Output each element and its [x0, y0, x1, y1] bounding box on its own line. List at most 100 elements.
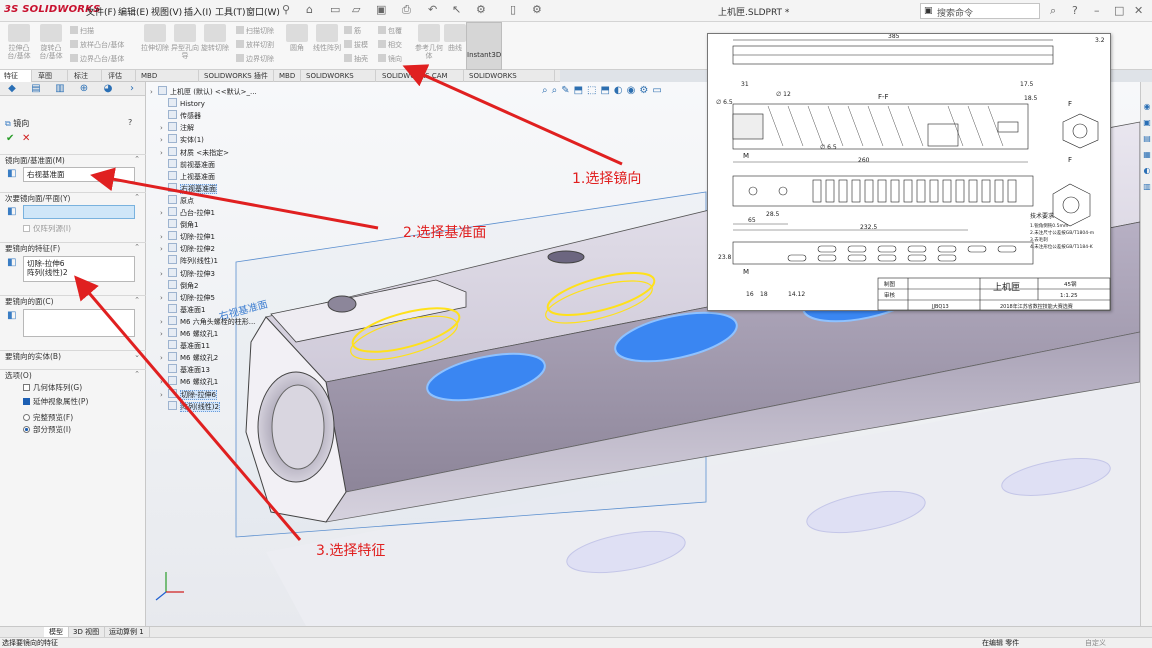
- tree-node[interactable]: › 切除-拉伸5: [160, 291, 215, 304]
- section-secondary-mirror-face[interactable]: 次要镜向面/平面(Y) ⌃: [0, 192, 146, 203]
- new-file-icon[interactable]: ▭: [330, 3, 340, 16]
- expand-chevron-icon[interactable]: ›: [160, 328, 168, 340]
- maximize-icon[interactable]: □: [1114, 4, 1124, 17]
- expand-chevron-icon[interactable]: ›: [160, 243, 168, 255]
- expand-chevron-icon[interactable]: ›: [160, 352, 168, 364]
- section-faces-to-mirror[interactable]: 要镜向的面(C) ⌃: [0, 295, 146, 306]
- view-palette-icon[interactable]: ▦: [1142, 150, 1152, 160]
- expand-chevron-icon[interactable]: ›: [160, 316, 168, 328]
- shell-button[interactable]: 抽壳: [344, 54, 368, 64]
- sweep-button[interactable]: 扫描: [70, 26, 94, 36]
- heads-up-view-toolbar[interactable]: ⌕⌕✎⬒⬚⬒◐◉⚙▭: [542, 85, 666, 96]
- pin-icon[interactable]: ⚲: [282, 3, 290, 16]
- open-folder-icon[interactable]: ▱: [352, 3, 360, 16]
- section-mirror-face[interactable]: 镜向面/基准面(M) ⌃: [0, 154, 146, 165]
- menu-tools[interactable]: 工具(T): [215, 5, 246, 18]
- cancel-x-icon[interactable]: ✕: [22, 133, 30, 144]
- revolve-cut-button[interactable]: 旋转切除: [200, 24, 230, 52]
- tab-solidworks-cam[interactable]: SOLIDWORKS CAM: [302, 70, 376, 92]
- tab-markup[interactable]: 标注: [70, 70, 102, 82]
- tab-features[interactable]: 特征: [0, 70, 32, 82]
- undo-icon[interactable]: ↶: [428, 3, 437, 16]
- tree-node[interactable]: 前视基准面: [160, 158, 215, 171]
- save-icon[interactable]: ▣: [376, 3, 386, 16]
- design-library-icon[interactable]: ▣: [1142, 118, 1152, 128]
- tree-node[interactable]: › 切除-拉伸6: [160, 388, 217, 401]
- intersect-button[interactable]: 相交: [378, 40, 402, 50]
- tree-node[interactable]: 阵列(线性)1: [160, 255, 218, 267]
- dimxpert-icon[interactable]: ⊕: [78, 83, 90, 95]
- expand-chevron-icon[interactable]: ›: [160, 376, 168, 388]
- tree-node[interactable]: › 切除-拉伸1: [160, 231, 215, 243]
- full-preview-radio[interactable]: 完整预览(F): [23, 412, 73, 423]
- pattern-seed-only-checkbox[interactable]: 仅阵列源(I): [23, 223, 71, 234]
- section-options[interactable]: 选项(O) ⌃: [0, 369, 146, 380]
- tree-node[interactable]: 右视基准面: [160, 182, 217, 195]
- tab-solidworks-cam-tbm[interactable]: SOLIDWORKS CAM TBM: [378, 70, 464, 92]
- menu-window[interactable]: 窗口(W): [246, 5, 280, 18]
- expand-chevron-icon[interactable]: ›: [160, 389, 168, 401]
- tree-node[interactable]: › M6 螺纹孔1: [160, 328, 218, 340]
- menu-insert[interactable]: 插入(I): [184, 5, 212, 18]
- search-commands-input[interactable]: ▣ 搜索命令: [920, 3, 1040, 19]
- status-units[interactable]: 自定义: [1085, 638, 1106, 648]
- menu-view[interactable]: 视图(V): [151, 5, 182, 18]
- tree-node[interactable]: History: [160, 98, 205, 110]
- boundary-cut-button[interactable]: 边界切除: [236, 54, 274, 64]
- extrude-boss-button[interactable]: 拉伸凸台/基体: [4, 24, 34, 60]
- expand-chevron-icon[interactable]: ›: [160, 268, 168, 280]
- tree-node[interactable]: 基准面11: [160, 340, 210, 352]
- tree-node[interactable]: 上视基准面: [160, 170, 215, 183]
- tree-node[interactable]: › 切除-拉伸3: [160, 267, 215, 280]
- secondary-face-selection-box[interactable]: [23, 205, 135, 219]
- menu-edit[interactable]: 编辑(E): [118, 5, 149, 18]
- tree-node[interactable]: › 上机匣 (默认) <<默认>_...: [150, 86, 257, 98]
- tab-solidworks-inspection[interactable]: SOLIDWORKS Inspection: [465, 70, 555, 92]
- minimize-icon[interactable]: –: [1094, 4, 1100, 17]
- section-features-to-mirror[interactable]: 要镜向的特征(F) ⌃: [0, 242, 146, 253]
- mirror-button[interactable]: 镜向: [378, 54, 402, 64]
- home-icon[interactable]: ⌂: [306, 3, 313, 16]
- list-item[interactable]: 切除-拉伸6: [27, 259, 131, 268]
- fillet-button[interactable]: 圆角: [282, 24, 312, 52]
- select-arrow-icon[interactable]: ↖: [452, 3, 461, 16]
- menu-file[interactable]: 文件(F): [86, 5, 116, 18]
- expand-chevron-icon[interactable]: ›: [160, 122, 168, 134]
- tree-node[interactable]: 基准面13: [160, 364, 210, 376]
- feature-manager-icon[interactable]: ◆: [6, 83, 18, 95]
- search-magnifier-icon[interactable]: ⌕: [1050, 4, 1056, 18]
- tree-node[interactable]: › M6 六角头螺栓的柱形...: [160, 315, 255, 328]
- configuration-manager-icon[interactable]: ▥: [54, 83, 66, 95]
- tree-node[interactable]: 阵列(线性)2: [160, 400, 220, 413]
- sweep-cut-button[interactable]: 扫描切除: [236, 26, 274, 36]
- loft-cut-button[interactable]: 放样切割: [236, 40, 274, 50]
- expand-pane-icon[interactable]: ›: [126, 83, 138, 95]
- loft-boss-button[interactable]: 放样凸台/基体: [70, 40, 124, 50]
- mirror-face-selection-box[interactable]: 右视基准面: [23, 167, 135, 182]
- draft-button[interactable]: 拔模: [344, 40, 368, 50]
- tab-mbd-dimensions[interactable]: MBD Dimensions: [137, 70, 199, 92]
- partial-preview-radio[interactable]: 部分预览(I): [23, 424, 71, 435]
- appearances-icon[interactable]: ◐: [1142, 166, 1152, 176]
- tab-mbd[interactable]: MBD: [275, 70, 301, 82]
- tree-node[interactable]: 倒角1: [160, 219, 198, 231]
- print-icon[interactable]: ⎙: [402, 3, 411, 17]
- expand-chevron-icon[interactable]: ›: [160, 231, 168, 243]
- features-selection-list[interactable]: 切除-拉伸6 阵列(线性)2: [23, 256, 135, 282]
- tab-evaluate[interactable]: 评估: [104, 70, 136, 82]
- property-manager-icon[interactable]: ▤: [30, 83, 42, 95]
- tree-node[interactable]: 倒角2: [160, 279, 198, 292]
- geometry-pattern-checkbox[interactable]: 几何体阵列(G): [23, 382, 82, 393]
- expand-chevron-icon[interactable]: ›: [160, 147, 168, 159]
- rebuild-icon[interactable]: ⚙: [476, 3, 486, 16]
- custom-properties-icon[interactable]: ▥: [1142, 182, 1152, 192]
- pm-help-icon[interactable]: ?: [128, 118, 132, 127]
- tab-solidworks-addins[interactable]: SOLIDWORKS 插件: [200, 70, 274, 82]
- options-icon[interactable]: ▯: [510, 3, 516, 16]
- wrap-button[interactable]: 包覆: [378, 26, 402, 36]
- expand-chevron-icon[interactable]: ›: [160, 134, 168, 146]
- section-bodies-to-mirror[interactable]: 要镜向的实体(B) ⌄: [0, 350, 146, 361]
- faces-selection-list[interactable]: [23, 309, 135, 337]
- instant3d-button[interactable]: Instant3D: [466, 22, 502, 70]
- settings-icon[interactable]: ⚙: [532, 3, 542, 16]
